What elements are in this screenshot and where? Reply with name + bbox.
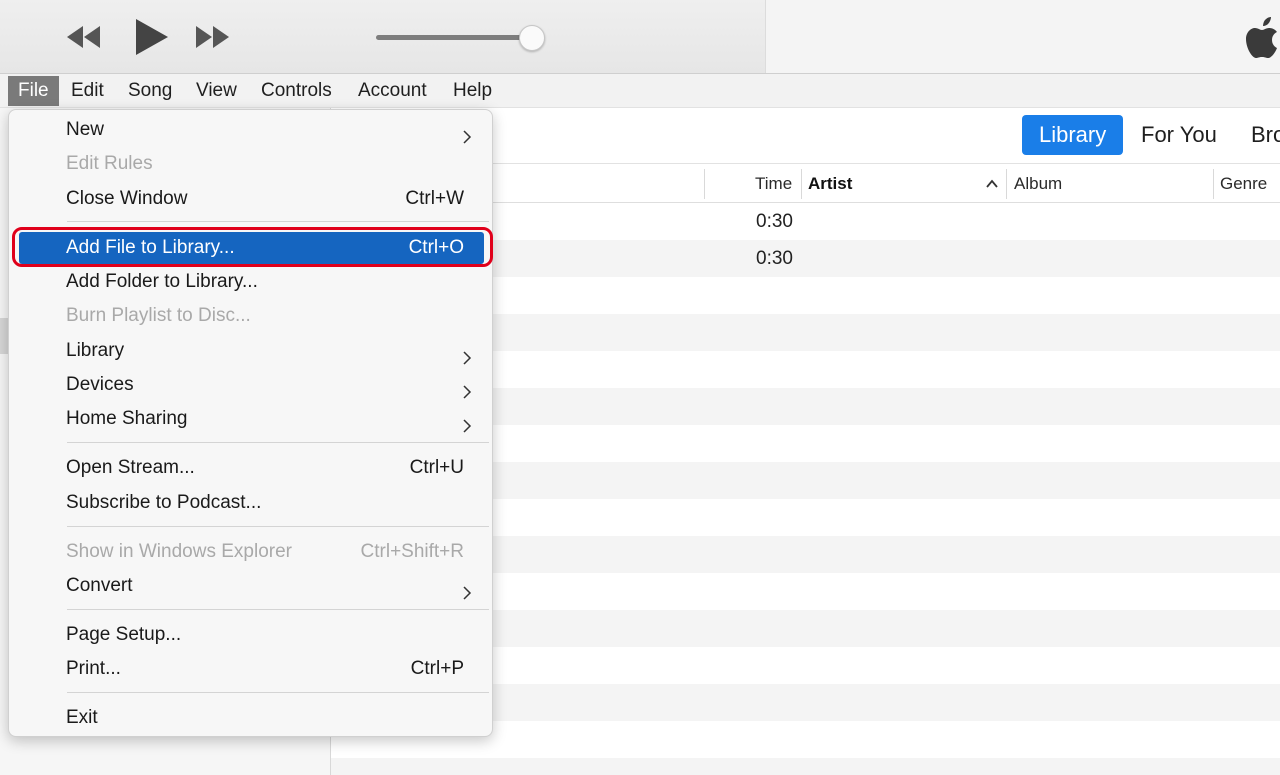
menu-view[interactable]: View — [186, 76, 247, 106]
menu-item-open-stream[interactable]: Open Stream... Ctrl+U — [19, 452, 484, 484]
sort-ascending-icon[interactable] — [984, 176, 1000, 192]
menu-separator — [67, 221, 489, 222]
play-icon[interactable] — [130, 15, 172, 59]
song-time: 0:30 — [756, 248, 793, 269]
menu-item-edit-rules: Edit Rules — [66, 153, 153, 174]
menu-item-subscribe-to-podcast[interactable]: Subscribe to Podcast... — [19, 487, 484, 519]
shortcut-label: Ctrl+Shift+R — [360, 541, 464, 562]
shortcut-label: Ctrl+P — [410, 658, 464, 679]
song-time: 0:30 — [756, 211, 793, 232]
chevron-right-icon — [462, 378, 472, 399]
column-divider — [801, 169, 802, 199]
volume-slider[interactable] — [376, 35, 534, 40]
file-menu-dropdown: New Edit Rules Close Window Ctrl+W Add F… — [8, 109, 493, 737]
menu-separator — [67, 526, 489, 527]
menu-help[interactable]: Help — [443, 76, 502, 106]
menu-separator — [67, 692, 489, 693]
menu-item-add-folder-to-library[interactable]: Add Folder to Library... — [19, 266, 484, 298]
chevron-right-icon — [462, 579, 472, 600]
column-divider — [1213, 169, 1214, 199]
menu-controls[interactable]: Controls — [251, 76, 342, 106]
fast-forward-icon[interactable] — [192, 18, 232, 56]
column-header-album[interactable]: Album — [1014, 165, 1062, 203]
menu-item-home-sharing[interactable]: Home Sharing — [19, 403, 484, 435]
column-header-genre[interactable]: Genre — [1220, 165, 1267, 203]
chevron-right-icon — [462, 123, 472, 144]
apple-logo-icon — [1244, 14, 1280, 62]
column-header-artist[interactable]: Artist — [808, 165, 852, 203]
menu-item-add-file-to-library[interactable]: Add File to Library... Ctrl+O — [19, 232, 484, 264]
menu-item-devices[interactable]: Devices — [19, 369, 484, 401]
menu-item-show-in-windows-explorer: Show in Windows Explorer Ctrl+Shift+R — [19, 536, 484, 568]
menu-separator — [67, 442, 489, 443]
menu-bar: File Edit Song View Controls Account Hel… — [0, 74, 1280, 108]
tab-for-you[interactable]: For You — [1124, 115, 1234, 155]
empty-row — [331, 758, 1280, 775]
column-divider — [704, 169, 705, 199]
shortcut-label: Ctrl+U — [409, 457, 464, 478]
chevron-right-icon — [462, 344, 472, 365]
menu-song[interactable]: Song — [118, 76, 182, 106]
menu-item-library[interactable]: Library — [19, 335, 484, 367]
menu-file[interactable]: File — [8, 76, 59, 106]
lcd-display — [765, 0, 1280, 73]
menu-item-page-setup[interactable]: Page Setup... — [19, 619, 484, 651]
menu-item-exit[interactable]: Exit — [19, 702, 484, 734]
shortcut-label: Ctrl+O — [408, 237, 464, 258]
menu-item-close-window[interactable]: Close Window Ctrl+W — [19, 183, 484, 215]
column-header-time[interactable]: Time — [755, 165, 792, 203]
column-divider — [1006, 169, 1007, 199]
menu-item-convert[interactable]: Convert — [19, 570, 484, 602]
menu-separator — [67, 609, 489, 610]
volume-knob[interactable] — [519, 25, 545, 51]
menu-item-new[interactable]: New — [19, 114, 484, 146]
rewind-icon[interactable] — [64, 18, 104, 56]
shortcut-label: Ctrl+W — [405, 188, 464, 209]
chevron-right-icon — [462, 412, 472, 433]
player-bar — [0, 0, 1280, 74]
menu-account[interactable]: Account — [348, 76, 437, 106]
tab-browse[interactable]: Bro — [1234, 115, 1280, 155]
menu-edit[interactable]: Edit — [61, 76, 114, 106]
menu-item-burn-playlist: Burn Playlist to Disc... — [66, 305, 251, 326]
menu-item-print[interactable]: Print... Ctrl+P — [19, 653, 484, 685]
tab-library[interactable]: Library — [1022, 115, 1124, 155]
